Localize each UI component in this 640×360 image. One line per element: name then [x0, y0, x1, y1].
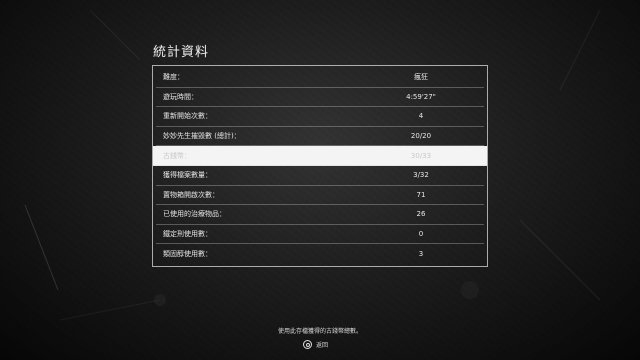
stat-label: 類固醇使用數：: [163, 250, 212, 259]
stat-row-restarts[interactable]: 重新開始次數： 4: [156, 107, 484, 127]
stat-label: 置物箱開啟次數：: [163, 190, 219, 199]
page-title: 統計資料: [153, 45, 210, 60]
back-label: 返回: [316, 342, 329, 349]
stat-value: 71: [416, 190, 426, 199]
stat-row-files[interactable]: 獲得檔案數量： 3/32: [156, 166, 484, 186]
stat-row-play-time[interactable]: 遊玩時間： 4:59'27": [156, 88, 484, 108]
stat-value: 0: [418, 230, 424, 239]
stat-row-mr-raccoons[interactable]: 妙妙先生摧毀數 (總計)： 20/20: [156, 127, 484, 147]
stat-value: 3: [418, 250, 424, 259]
stat-label: 重新開始次數：: [163, 112, 212, 121]
stat-value: 4: [418, 112, 424, 121]
footer-hint: 使用此存檔獲得的古錢幣總數。: [277, 328, 362, 335]
stats-table: 難度： 瘋狂 遊玩時間： 4:59'27" 重新開始次數： 4 妙妙先生摧毀數 …: [152, 65, 488, 267]
stat-value: 30/33: [410, 151, 432, 160]
stat-value: 3/32: [413, 171, 429, 180]
stat-label: 鐵定刑使用數：: [163, 230, 212, 239]
stat-row-item-box[interactable]: 置物箱開啟次數： 71: [156, 186, 484, 206]
stat-row-difficulty[interactable]: 難度： 瘋狂: [156, 68, 484, 88]
back-button[interactable]: 返回: [303, 340, 328, 349]
stat-row-antique-coins[interactable]: 古錢幣： 30/33: [153, 146, 487, 166]
stat-label: 古錢幣：: [163, 151, 191, 160]
stat-label: 妙妙先生摧毀數 (總計)：: [163, 132, 241, 141]
stat-row-item-7[interactable]: 類固醇使用數： 3: [156, 244, 484, 264]
stat-value: 4:59'27": [406, 92, 436, 101]
stat-label: 已使用的治療物品：: [163, 210, 226, 219]
stat-row-healing-items[interactable]: 已使用的治療物品： 26: [156, 205, 484, 225]
stat-row-item-6[interactable]: 鐵定刑使用數： 0: [156, 225, 484, 245]
circle-button-icon: [303, 340, 312, 349]
stat-value: 瘋狂: [414, 73, 428, 82]
stat-value: 20/20: [410, 132, 432, 141]
stat-label: 遊玩時間：: [163, 92, 198, 101]
stat-label: 獲得檔案數量：: [163, 171, 212, 180]
stat-label: 難度：: [163, 73, 184, 82]
stats-screen: 統計資料 難度： 瘋狂 遊玩時間： 4:59'27" 重新開始次數： 4 妙妙先…: [0, 0, 640, 360]
stat-value: 26: [416, 210, 426, 219]
